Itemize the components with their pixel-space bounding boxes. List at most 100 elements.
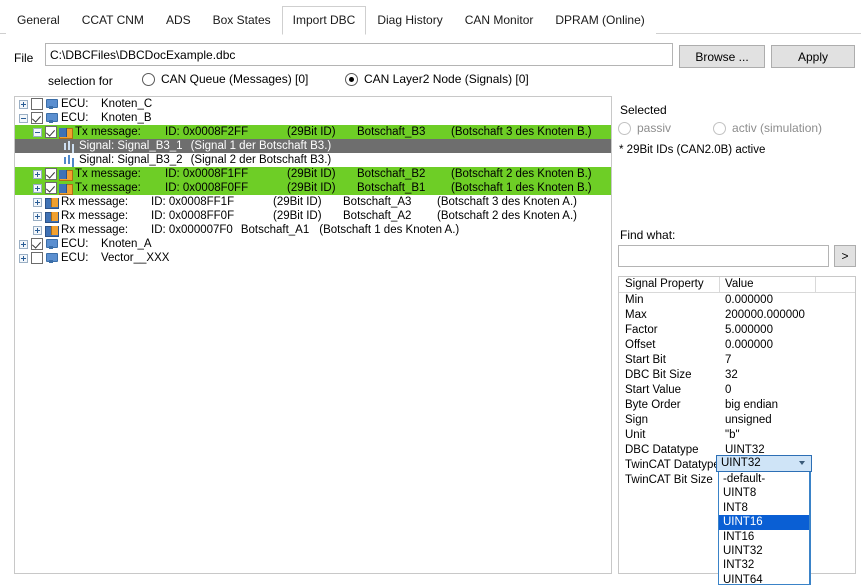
tree-row-description: (Botschaft 1 des Knoten A.) [319,224,460,236]
tree-row-kind: Rx message: [61,210,129,222]
ecu-icon [45,98,58,110]
property-row[interactable]: Start Bit 7 [619,353,855,368]
tree-row-id: ID: 0x0008FF1F [151,196,235,208]
collapse-minus-icon[interactable] [19,113,28,123]
tree-row[interactable]: Rx message: ID: 0x0008FF1F (29Bit ID) Botsc… [15,195,611,209]
tree-row-bits: (29Bit ID) [273,210,322,222]
tree-row-kind: Rx message: [61,196,129,208]
tab-import-dbc[interactable]: Import DBC [281,6,367,35]
tree-row-kind: ECU: [61,252,89,264]
radio-activ-simulation[interactable]: activ (simulation) [713,121,822,135]
property-row[interactable]: Start Value 0 [619,383,855,398]
expand-plus-icon[interactable] [33,183,42,193]
tree-row[interactable]: Tx message: ID: 0x0008F1FF (29Bit ID) Botsc… [15,167,611,181]
collapse-minus-icon[interactable] [33,127,42,137]
property-key: TwinCAT Bit Size [625,474,713,486]
tree-row[interactable]: Rx message: ID: 0x000007F0 Botschaft_A1 (Bo… [15,223,611,237]
property-key: Min [625,294,644,306]
expand-plus-icon[interactable] [33,197,42,207]
tree-row-name: Botschaft_A3 [343,196,412,208]
column-divider[interactable] [815,277,816,292]
property-row[interactable]: Byte Order big endian [619,398,855,413]
tab-dpram-online[interactable]: DPRAM (Online) [544,6,656,34]
tree-row[interactable]: ECU: Knoten_A [15,237,611,251]
tree-row-bits: (29Bit ID) [287,182,336,194]
twincat-datatype-dropdown[interactable]: -default- UINT8 INT8 UINT16 INT16 UINT32 INT32… [718,472,810,585]
expand-plus-icon[interactable] [33,225,42,235]
radio-can-layer2-node[interactable]: CAN Layer2 Node (Signals) [0] [345,72,529,86]
dbc-tree-panel[interactable]: ECU: Knoten_C ECU: Knoten_B Tx message: ID: 0… [14,96,612,574]
twincat-datatype-option-list: -default- UINT8 INT8 UINT16 INT16 UINT32 INT32… [719,472,809,584]
tab-ccat-cnm[interactable]: CCAT CNM [70,6,155,34]
dropdown-option[interactable]: UINT32 [719,544,809,558]
dropdown-option[interactable]: INT16 [719,530,809,544]
find-label: Find what: [620,228,676,242]
apply-button[interactable]: Apply [771,45,855,68]
tree-row[interactable]: Rx message: ID: 0x0008FF0F (29Bit ID) Botsc… [15,209,611,223]
tree-row[interactable]: ECU: Knoten_C [15,97,611,111]
tree-row[interactable]: Signal: Signal_B3_1 (Signal 1 der Botscha… [15,139,611,153]
tab-can-monitor[interactable]: CAN Monitor [453,6,545,34]
tree-row-checkbox[interactable] [45,126,57,138]
tree-row-checkbox[interactable] [31,238,43,250]
radio-passiv[interactable]: passiv [618,121,671,135]
tab-strip: General CCAT CNM ADS Box States Import DBC Di… [0,0,861,35]
dropdown-option[interactable]: INT32 [719,558,809,572]
radio-can-layer2-node-icon [345,72,358,86]
signal-icon [63,140,76,152]
expand-plus-icon[interactable] [33,169,42,179]
property-row[interactable]: Factor 5.000000 [619,323,855,338]
tree-row-checkbox[interactable] [31,252,43,264]
tab-list: General CCAT CNM ADS Box States Import DBC Di… [6,4,656,35]
radio-passiv-icon [618,121,631,135]
browse-button[interactable]: Browse ... [679,45,765,68]
tree-row[interactable]: ECU: Vector__XXX [15,251,611,265]
dropdown-option[interactable]: -default- [719,472,809,486]
property-row[interactable]: Sign unsigned [619,413,855,428]
tab-general[interactable]: General [6,6,71,34]
property-row[interactable]: DBC Bit Size 32 [619,368,855,383]
tree-row-description: (Signal 1 der Botschaft B3.) [190,140,332,152]
expand-plus-icon[interactable] [19,99,28,109]
dropdown-option[interactable]: INT8 [719,501,809,515]
property-row[interactable]: Min 0.000000 [619,293,855,308]
file-path-input[interactable] [45,43,673,66]
property-row[interactable]: Offset 0.000000 [619,338,855,353]
find-next-button[interactable]: > [834,245,856,267]
tree-row-signal-name: Signal: Signal_B3_1 [79,140,183,152]
tree-row-checkbox[interactable] [31,112,43,124]
property-key: Start Bit [625,354,666,366]
tree-row-id: ID: 0x000007F0 [151,224,233,236]
tab-diag-history[interactable]: Diag History [366,6,454,34]
tree-row-description: (Botschaft 2 des Knoten B.) [451,168,592,180]
tree-row-checkbox[interactable] [45,168,57,180]
expand-plus-icon[interactable] [19,253,28,263]
property-header-value: Value [725,278,754,290]
expand-plus-icon[interactable] [19,239,28,249]
twincat-datatype-combo[interactable]: UINT32 [716,455,812,472]
tree-row-checkbox[interactable] [45,182,57,194]
column-divider[interactable] [719,277,720,292]
rx-message-icon [45,225,59,237]
tree-row-id: ID: 0x0008F1FF [165,168,249,180]
tree-row-checkbox[interactable] [31,98,43,110]
dropdown-option[interactable]: UINT16 [719,515,809,530]
rx-message-icon [45,211,59,223]
tree-row[interactable]: Tx message: ID: 0x0008F2FF (29Bit ID) Botsc… [15,125,611,139]
find-input[interactable] [618,245,829,267]
dropdown-option[interactable]: UINT64 [719,573,809,584]
tab-box-states[interactable]: Box States [201,6,282,34]
file-label: File [14,51,34,65]
tree-row[interactable]: ECU: Knoten_B [15,111,611,125]
dropdown-option[interactable]: UINT8 [719,486,809,500]
expand-plus-icon[interactable] [33,211,42,221]
can20b-note: * 29Bit IDs (CAN2.0B) active [619,144,766,156]
tree-row[interactable]: Signal: Signal_B3_2 (Signal 2 der Botscha… [15,153,611,167]
property-key: Offset [625,339,656,351]
property-row[interactable]: Unit "b" [619,428,855,443]
tab-ads[interactable]: ADS [154,6,202,34]
dropdown-scroll-rail[interactable] [810,472,811,585]
tree-row[interactable]: Tx message: ID: 0x0008F0FF (29Bit ID) Botsc… [15,181,611,195]
radio-can-queue[interactable]: CAN Queue (Messages) [0] [142,72,308,86]
property-row[interactable]: Max 200000.000000 [619,308,855,323]
